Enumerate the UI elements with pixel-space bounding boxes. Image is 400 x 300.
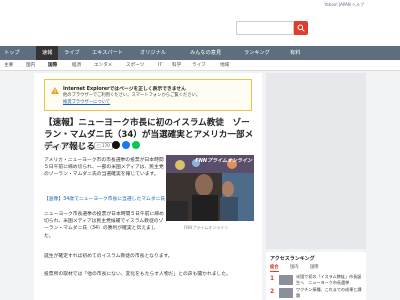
subnav-it[interactable]: IT — [158, 60, 162, 71]
utility-links[interactable]: Yahoo! JAPAN ヘルプ — [324, 2, 364, 8]
rank-thumbnail — [279, 275, 293, 285]
article-paragraph-1: アメリカ・ニューヨーク市の市長選挙の投票が日本時間５日午前に締め切られ、一部の米… — [44, 158, 164, 178]
subnav-life[interactable]: ライフ — [192, 60, 206, 71]
ranking-tab-domestic[interactable]: 国内 — [290, 264, 299, 272]
subnav-entertainment[interactable]: エンタメ — [94, 60, 112, 71]
article-meta: 11/5(水) 11:23 配信 — [44, 144, 84, 149]
browser-warning: Internet Explorerではページを正しく表示できません 他のブラウザ… — [44, 79, 252, 111]
image-link[interactable]: 【画像】34歳でニューヨーク市長に当選したマムダニ氏 — [44, 195, 165, 202]
warning-body: 他のブラウザーでご利用ください。スマートフォンからご覧ください。 推奨ブラウザー… — [63, 93, 249, 106]
rank-thumbnail — [279, 288, 293, 298]
article-card: Internet Explorerではページを正しく表示できません 他のブラウザ… — [34, 73, 262, 300]
utility-bar: Yahoo! JAPAN ヘルプ — [0, 0, 400, 10]
rank-number: 2 — [270, 288, 275, 295]
ranking-row[interactable]: 1 米国で初の「イスラム教徒」市長誕生へ ニューヨーク市長選挙 — [270, 274, 362, 286]
article-image — [166, 155, 254, 221]
comment-count-value: 170 — [101, 143, 110, 148]
article-paragraph-2: ニューヨーク市長選挙の投票が日本時間５日午前に締め切られ、米国メディアは民主党候… — [44, 212, 164, 239]
search-icon — [297, 24, 305, 32]
ranking-title: アクセスランキング — [270, 256, 315, 262]
subnav-science[interactable]: 科学 — [172, 60, 181, 71]
article-photo[interactable]: FNNプライムオンライン — [166, 155, 254, 221]
x-share-icon[interactable] — [112, 141, 120, 149]
ranking-tab-international[interactable]: 国際 — [310, 264, 319, 272]
subnav-main[interactable]: 主要 — [4, 60, 13, 71]
ranking-tab-overall[interactable]: 総合 — [270, 264, 279, 272]
sidebar-ad-area — [266, 73, 366, 249]
photo-source-tag: FNNプライムオンライン — [195, 158, 252, 164]
ranking-tabs: 総合 国内 国際 — [270, 264, 362, 272]
facebook-share-icon[interactable] — [122, 141, 130, 149]
nav-news[interactable]: 速報 — [36, 46, 59, 60]
article-paragraph-3: 誕生が確定すれば初めてのイスラム教徒の市長となります。 — [44, 254, 173, 259]
site-header — [0, 10, 400, 46]
subnav-economy[interactable]: 経済 — [72, 60, 81, 71]
subnav-region[interactable]: 地域 — [220, 60, 229, 71]
subnav-sports[interactable]: スポーツ — [126, 60, 144, 71]
nav-opinion[interactable]: みんなの意見 — [190, 46, 221, 60]
rank-title: ワクチン接種、これまでの成果と課題 — [296, 287, 362, 298]
search-button[interactable] — [294, 21, 308, 35]
photo-caption: FNNプライムオンライン — [184, 225, 229, 230]
search-input[interactable] — [236, 21, 294, 35]
ranking-row[interactable]: 2 ワクチン接種、これまでの成果と課題 — [270, 287, 362, 299]
nav-top[interactable]: トップ — [4, 46, 20, 60]
access-ranking: アクセスランキング 総合 国内 国際 1 米国で初の「イスラム教徒」市長誕生へ … — [266, 252, 366, 300]
warning-title: Internet Explorerではページを正しく表示できません — [63, 87, 186, 92]
nav-expert[interactable]: エキスパート — [92, 46, 123, 60]
main-nav: トップ 速報 ライブ エキスパート オリジナル みんなの意見 ランキング 有料 — [0, 46, 400, 60]
nav-ranking[interactable]: ランキング — [244, 46, 270, 60]
category-nav: 主要 国内 国際 経済 エンタメ スポーツ IT 科学 ライフ 地域 — [0, 60, 400, 71]
recommended-browsers-link[interactable]: 推奨ブラウザーについて — [63, 100, 110, 105]
comment-count[interactable]: ◻ 170 — [94, 142, 113, 150]
rank-number: 1 — [270, 275, 275, 282]
article-paragraph-4: 投票所の取材では「他の市長にない、変化をもたらす人物だ」との声も聞かれました。 — [44, 272, 231, 277]
nav-original[interactable]: オリジナル — [140, 46, 166, 60]
warning-icon — [51, 87, 59, 94]
nav-live[interactable]: ライブ — [64, 46, 80, 60]
rank-title: 米国で初の「イスラム教徒」市長誕生へ ニューヨーク市長選挙 — [296, 274, 362, 285]
line-share-icon[interactable] — [132, 141, 140, 149]
warning-text: 他のブラウザーでご利用ください。スマートフォンからご覧ください。 — [63, 93, 201, 98]
subnav-international[interactable]: 国際 — [48, 60, 57, 71]
subnav-domestic[interactable]: 国内 — [26, 60, 35, 71]
nav-paid[interactable]: 有料 — [290, 46, 300, 60]
